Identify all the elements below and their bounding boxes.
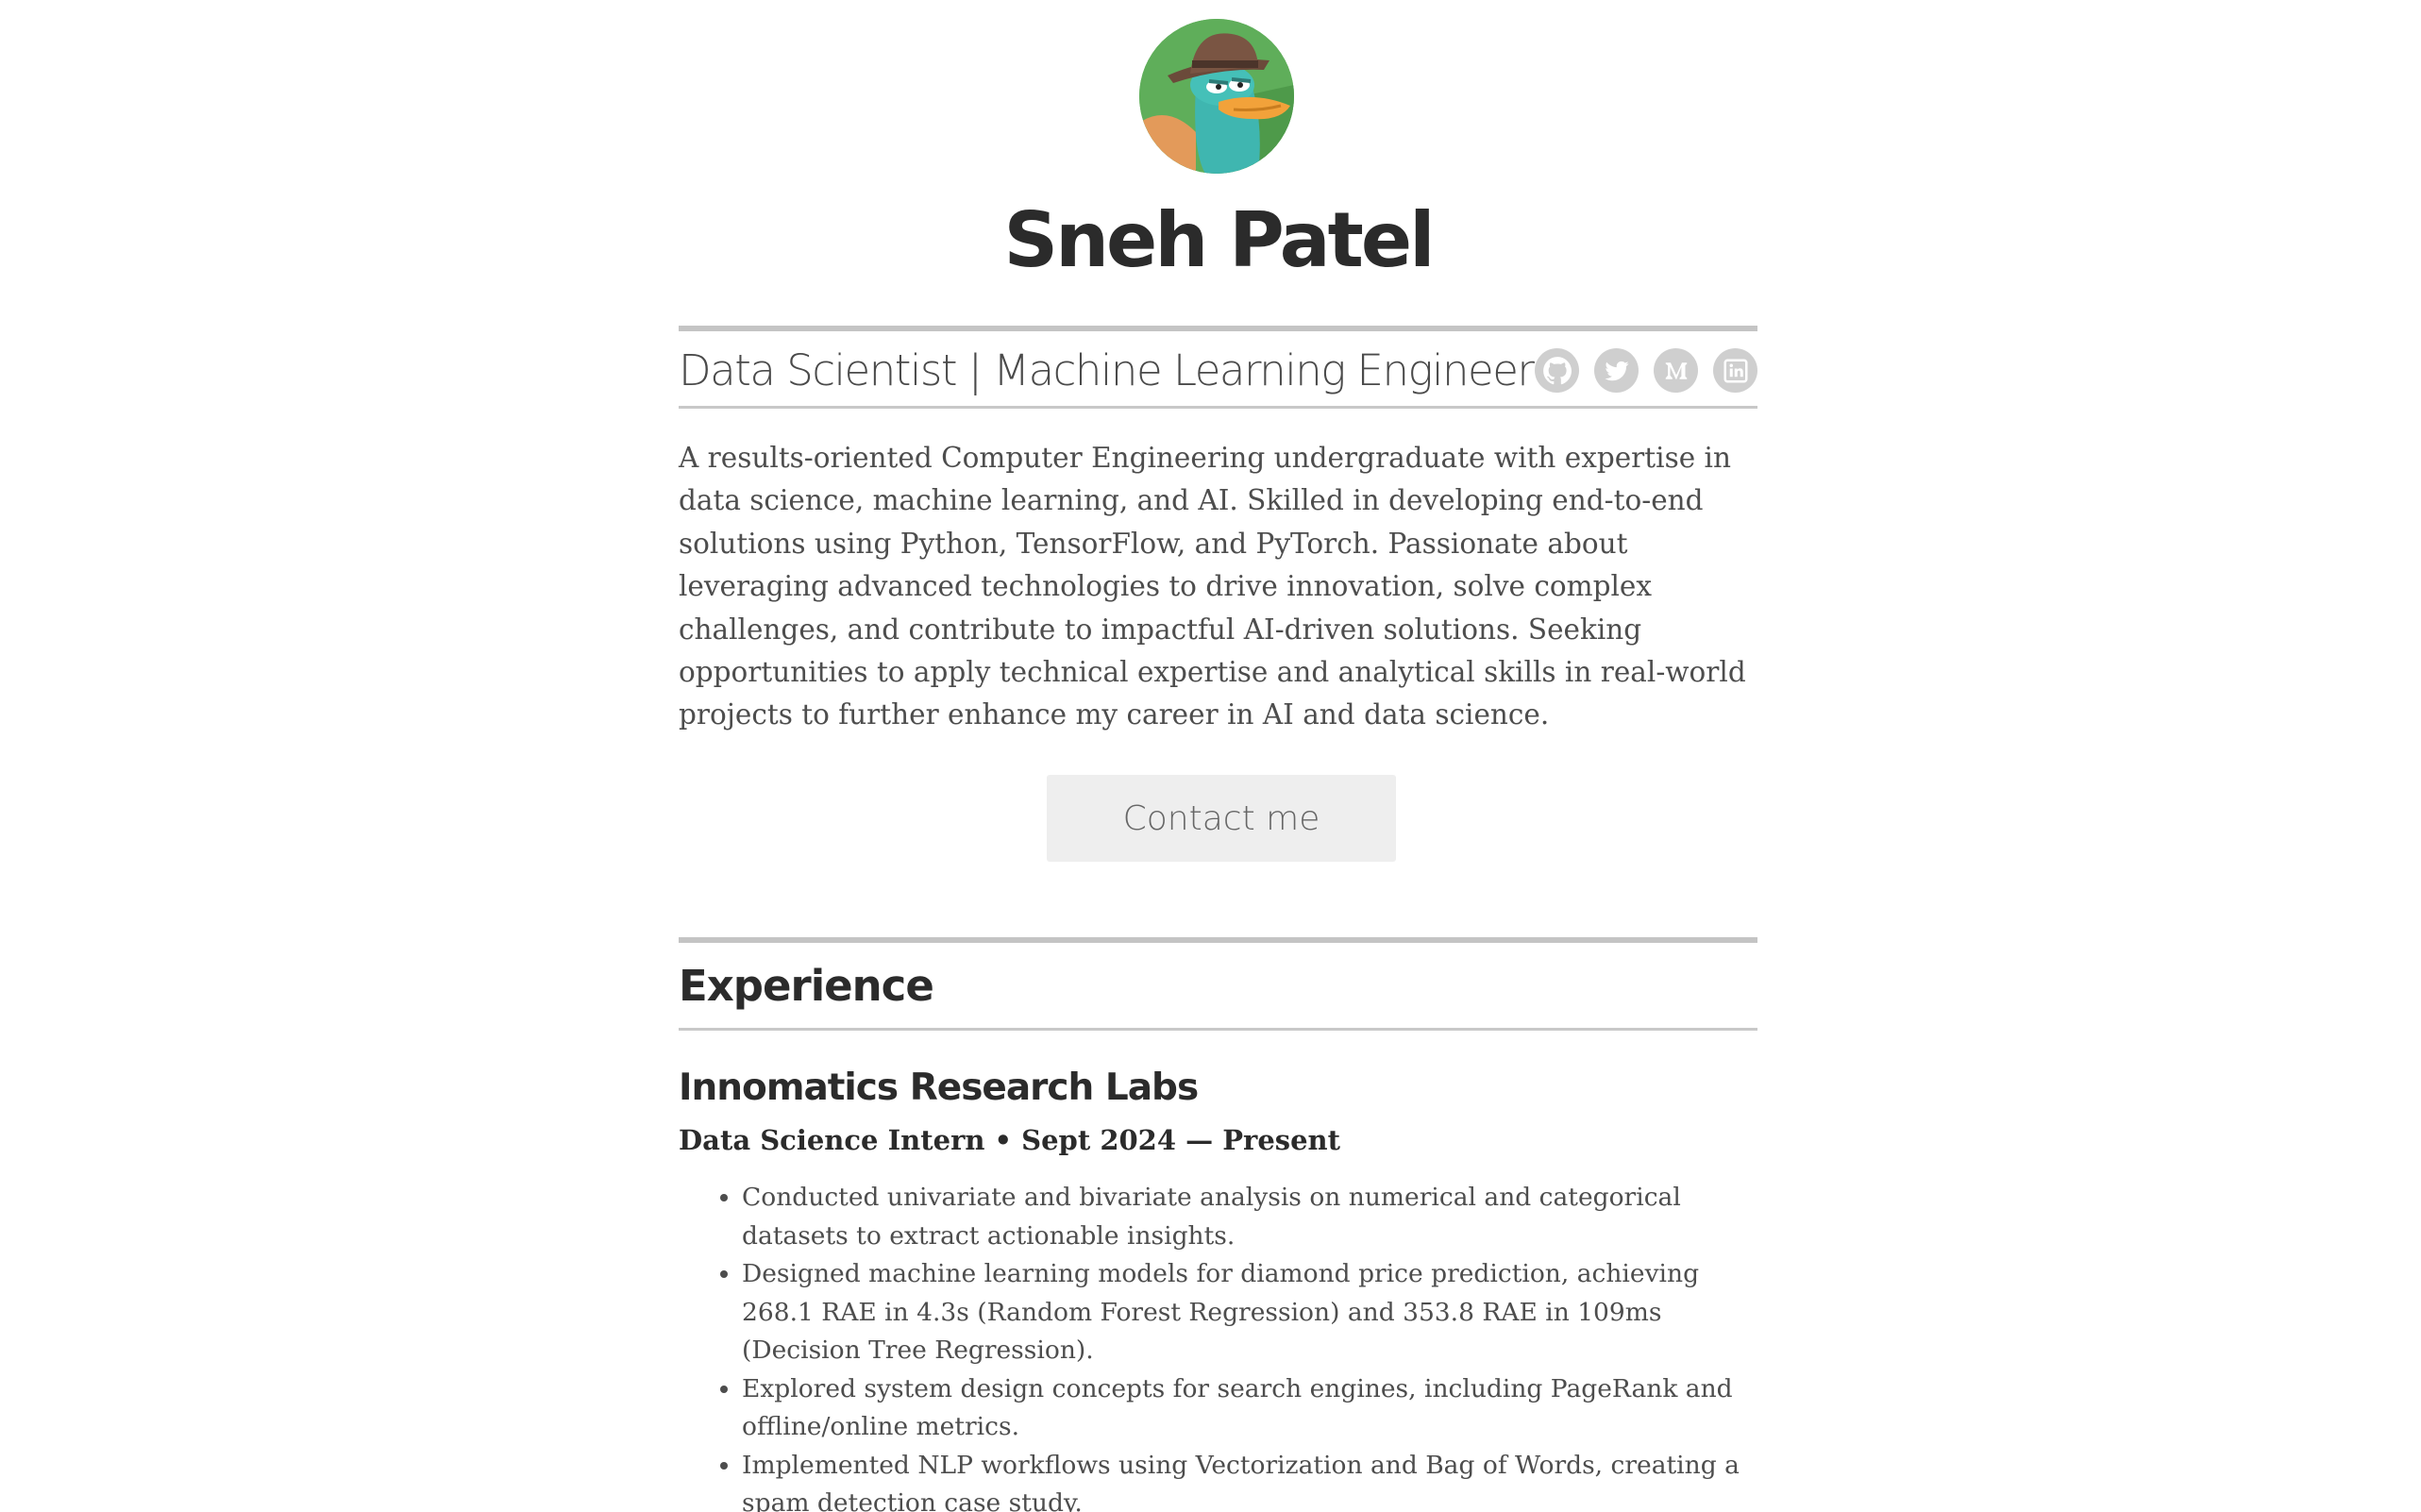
github-link[interactable] <box>1535 348 1579 393</box>
twitter-icon <box>1605 361 1628 380</box>
linkedin-icon <box>1723 359 1747 382</box>
medium-link[interactable] <box>1654 348 1698 393</box>
twitter-link[interactable] <box>1594 348 1639 393</box>
github-icon <box>1542 356 1572 384</box>
avatar-illustration <box>1139 19 1294 174</box>
job-role-dates: Data Science Intern • Sept 2024 — Presen… <box>679 1124 1341 1156</box>
page-title: Sneh Patel <box>1003 196 1435 284</box>
header-bottom-divider <box>679 406 1757 409</box>
portfolio-page: Sneh Patel Data Scientist | Machine Lear… <box>0 0 2421 1512</box>
list-item: Implemented NLP workflows using Vectoriz… <box>742 1447 1757 1512</box>
company-name: Innomatics Research Labs <box>679 1067 1199 1109</box>
experience-heading: Experience <box>679 961 934 1011</box>
list-item: Explored system design concepts for sear… <box>742 1370 1757 1447</box>
header-top-divider <box>679 326 1757 331</box>
experience-top-divider <box>679 937 1757 943</box>
list-item: Designed machine learning models for dia… <box>742 1255 1757 1370</box>
linkedin-link[interactable] <box>1713 348 1757 393</box>
list-item: Conducted univariate and bivariate analy… <box>742 1179 1757 1255</box>
job-responsibilities: Conducted univariate and bivariate analy… <box>679 1179 1757 1512</box>
social-links <box>1535 348 1757 393</box>
medium-icon <box>1665 361 1687 379</box>
profile-summary: A results-oriented Computer Engineering … <box>679 442 1746 731</box>
job-tagline: Data Scientist | Machine Learning Engine… <box>679 345 1535 395</box>
experience-bottom-divider <box>679 1028 1757 1031</box>
avatar <box>1139 19 1294 174</box>
contact-button[interactable]: Contact me <box>1047 775 1396 862</box>
